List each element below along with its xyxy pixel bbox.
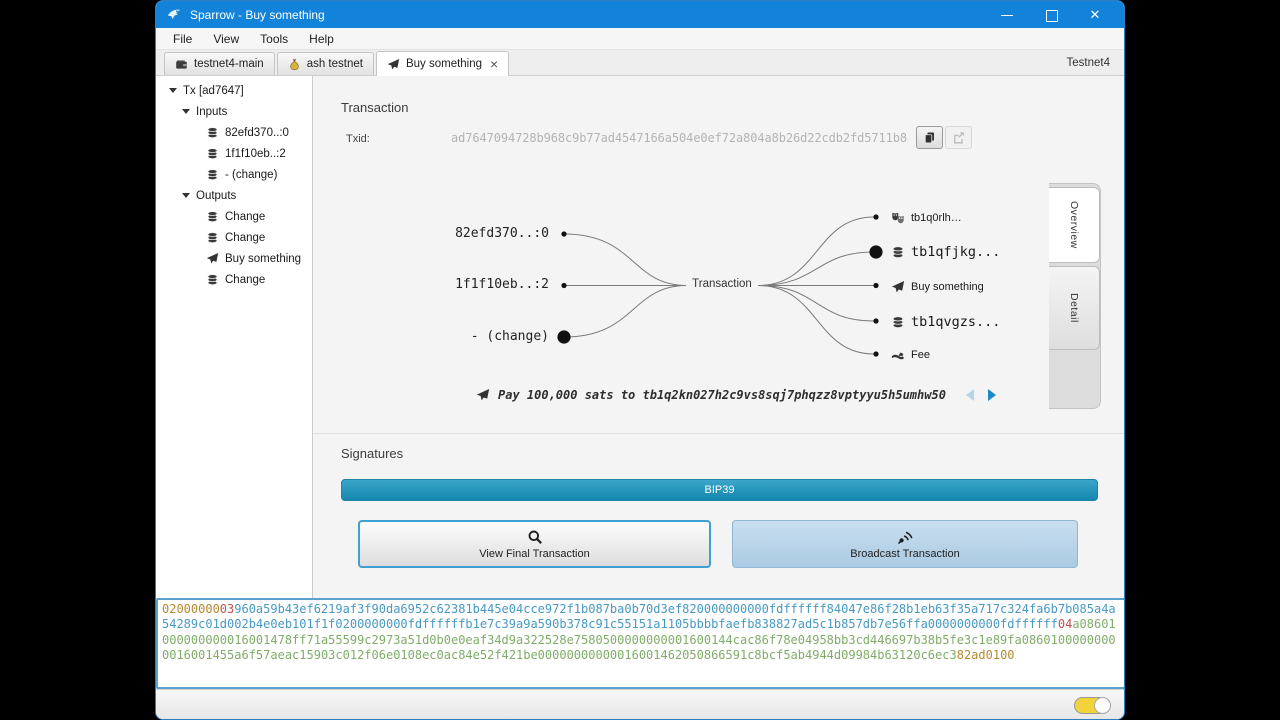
- input-dot[interactable]: [561, 283, 566, 288]
- app-window: Sparrow - Buy something ✕ File View Tools H…: [155, 0, 1125, 720]
- moneybag-icon: [288, 58, 301, 71]
- expander-icon[interactable]: [182, 193, 190, 198]
- tree-item-outputs[interactable]: Outputs: [156, 185, 312, 206]
- title-bar: Sparrow - Buy something ✕: [156, 1, 1124, 28]
- coins-icon: [206, 273, 219, 286]
- payment-caption-text: Pay 100,000 sats to tb1q2kn027h2c9vs8sqj…: [498, 388, 946, 402]
- search-icon: [527, 529, 543, 545]
- transaction-tree-sidebar: Tx [ad7647] Inputs 82efd370..:0 1f1f10eb…: [156, 76, 313, 598]
- status-bar: [156, 689, 1125, 720]
- input-dot-selected[interactable]: [557, 330, 570, 343]
- tab-overview[interactable]: Overview: [1049, 187, 1100, 263]
- next-output-arrow[interactable]: [988, 389, 996, 401]
- output-dot[interactable]: [873, 318, 878, 323]
- diagram-node-label: Transaction: [689, 278, 755, 290]
- coins-icon: [891, 315, 905, 329]
- maximize-button[interactable]: [1044, 8, 1058, 22]
- tab-detail[interactable]: Detail: [1049, 266, 1100, 350]
- send-icon: [206, 252, 219, 265]
- window-controls: ✕: [1000, 8, 1114, 22]
- output-dot-selected[interactable]: [869, 245, 882, 258]
- diagram-output-tb1qvgzs[interactable]: tb1qvgzs...: [891, 313, 1000, 330]
- hand-icon: [891, 348, 905, 362]
- hex-line: 0200000003960a59b43ef6219af3f90da6952c62…: [162, 602, 1124, 617]
- menu-file[interactable]: File: [173, 32, 192, 46]
- tree-item-change[interactable]: Change: [156, 269, 312, 290]
- toggle-knob: [1094, 697, 1111, 714]
- hex-line: 0016001455a6f57aeac15903c012f06e0108ec0a…: [162, 648, 1124, 663]
- send-icon: [891, 280, 905, 294]
- transaction-hex-view[interactable]: 0200000003960a59b43ef6219af3f90da6952c62…: [156, 598, 1125, 689]
- diagram-output-buy-something[interactable]: Buy something: [891, 278, 984, 295]
- output-dot[interactable]: [873, 283, 878, 288]
- window-title: Sparrow - Buy something: [190, 8, 325, 22]
- send-icon: [387, 58, 400, 71]
- diagram-output-fee[interactable]: Fee: [891, 346, 930, 363]
- input-dot[interactable]: [561, 231, 566, 236]
- network-label: Testnet4: [1067, 57, 1124, 69]
- coins-icon: [206, 210, 219, 223]
- txid-label: Txid:: [346, 133, 370, 145]
- tab-bar: testnet4-main ash testnet Buy something …: [156, 50, 1124, 76]
- tree-item-change[interactable]: - (change): [156, 164, 312, 185]
- menu-bar: File View Tools Help: [156, 28, 1124, 50]
- view-side-tabs: Overview Detail: [1049, 183, 1101, 409]
- payment-caption: Pay 100,000 sats to tb1q2kn027h2c9vs8sqj…: [476, 388, 996, 402]
- hex-line: 000000000016001478ff71a55599c2973a51d0b0…: [162, 633, 1124, 648]
- broadcast-transaction-button[interactable]: Broadcast Transaction: [732, 520, 1078, 568]
- tree-item-change[interactable]: Change: [156, 227, 312, 248]
- wallet-tab-testnet4-main[interactable]: testnet4-main: [164, 52, 275, 75]
- external-link-icon: [952, 131, 965, 144]
- hex-line: 54289c01d002b4e0eb101f1f0200000000fdffff…: [162, 617, 1124, 632]
- signature-progress-label: BIP39: [705, 484, 735, 496]
- broadcast-icon: [897, 529, 913, 545]
- open-external-button[interactable]: [945, 126, 972, 149]
- coins-icon: [206, 147, 219, 160]
- view-final-transaction-button[interactable]: View Final Transaction: [358, 520, 711, 568]
- copy-icon: [923, 131, 936, 144]
- menu-help[interactable]: Help: [309, 32, 334, 46]
- wallet-icon: [175, 58, 188, 71]
- txid-value: ad7647094728b968c9b77ad4547166a504e0ef72…: [451, 131, 907, 145]
- network-toggle[interactable]: [1074, 697, 1111, 714]
- sparrow-logo-icon: [166, 7, 181, 22]
- diagram-output-tb1qfjkg[interactable]: tb1qfjkg...: [891, 243, 1000, 260]
- section-divider: [313, 433, 1125, 434]
- wallet-tab-buy-something[interactable]: Buy something ×: [376, 51, 509, 76]
- expander-icon[interactable]: [169, 88, 177, 93]
- prev-output-arrow[interactable]: [966, 389, 974, 401]
- tree-item-1f1f10eb-2[interactable]: 1f1f10eb..:2: [156, 143, 312, 164]
- tree-item-tx-ad7647[interactable]: Tx [ad7647]: [156, 80, 312, 101]
- tree-item-buy-something[interactable]: Buy something: [156, 248, 312, 269]
- wallet-tab-ash-testnet[interactable]: ash testnet: [277, 52, 374, 75]
- menu-tools[interactable]: Tools: [260, 32, 288, 46]
- diagram-output-tb1q0rlh[interactable]: tb1q0rlh…: [891, 209, 962, 226]
- tree-item-82efd370-0[interactable]: 82efd370..:0: [156, 122, 312, 143]
- signatures-section-title: Signatures: [341, 446, 403, 461]
- coins-icon: [206, 126, 219, 139]
- main-panel: Transaction Txid: ad7647094728b968c9b77a…: [313, 76, 1125, 598]
- expander-icon[interactable]: [182, 109, 190, 114]
- output-dot[interactable]: [873, 351, 878, 356]
- tree-item-inputs[interactable]: Inputs: [156, 101, 312, 122]
- diagram-input-82efd370-0[interactable]: 82efd370..:0: [398, 226, 549, 242]
- close-tab-icon[interactable]: ×: [490, 59, 498, 69]
- menu-view[interactable]: View: [213, 32, 239, 46]
- close-button[interactable]: ✕: [1088, 8, 1102, 22]
- masks-icon: [891, 211, 905, 225]
- coins-icon: [891, 245, 905, 259]
- minimize-button[interactable]: [1000, 8, 1014, 22]
- tree-item-change[interactable]: Change: [156, 206, 312, 227]
- diagram-input-1f1f10eb-2[interactable]: 1f1f10eb..:2: [398, 277, 549, 293]
- diagram-input-change[interactable]: - (change): [398, 329, 549, 345]
- copy-txid-button[interactable]: [916, 126, 943, 149]
- coins-icon: [206, 231, 219, 244]
- signature-progress-bar: BIP39: [341, 479, 1098, 501]
- transaction-diagram: [313, 181, 1125, 416]
- send-icon: [476, 388, 490, 402]
- transaction-section-title: Transaction: [341, 100, 408, 115]
- tabs: testnet4-main ash testnet Buy something …: [164, 51, 511, 75]
- coins-icon: [206, 168, 219, 181]
- output-dot[interactable]: [873, 214, 878, 219]
